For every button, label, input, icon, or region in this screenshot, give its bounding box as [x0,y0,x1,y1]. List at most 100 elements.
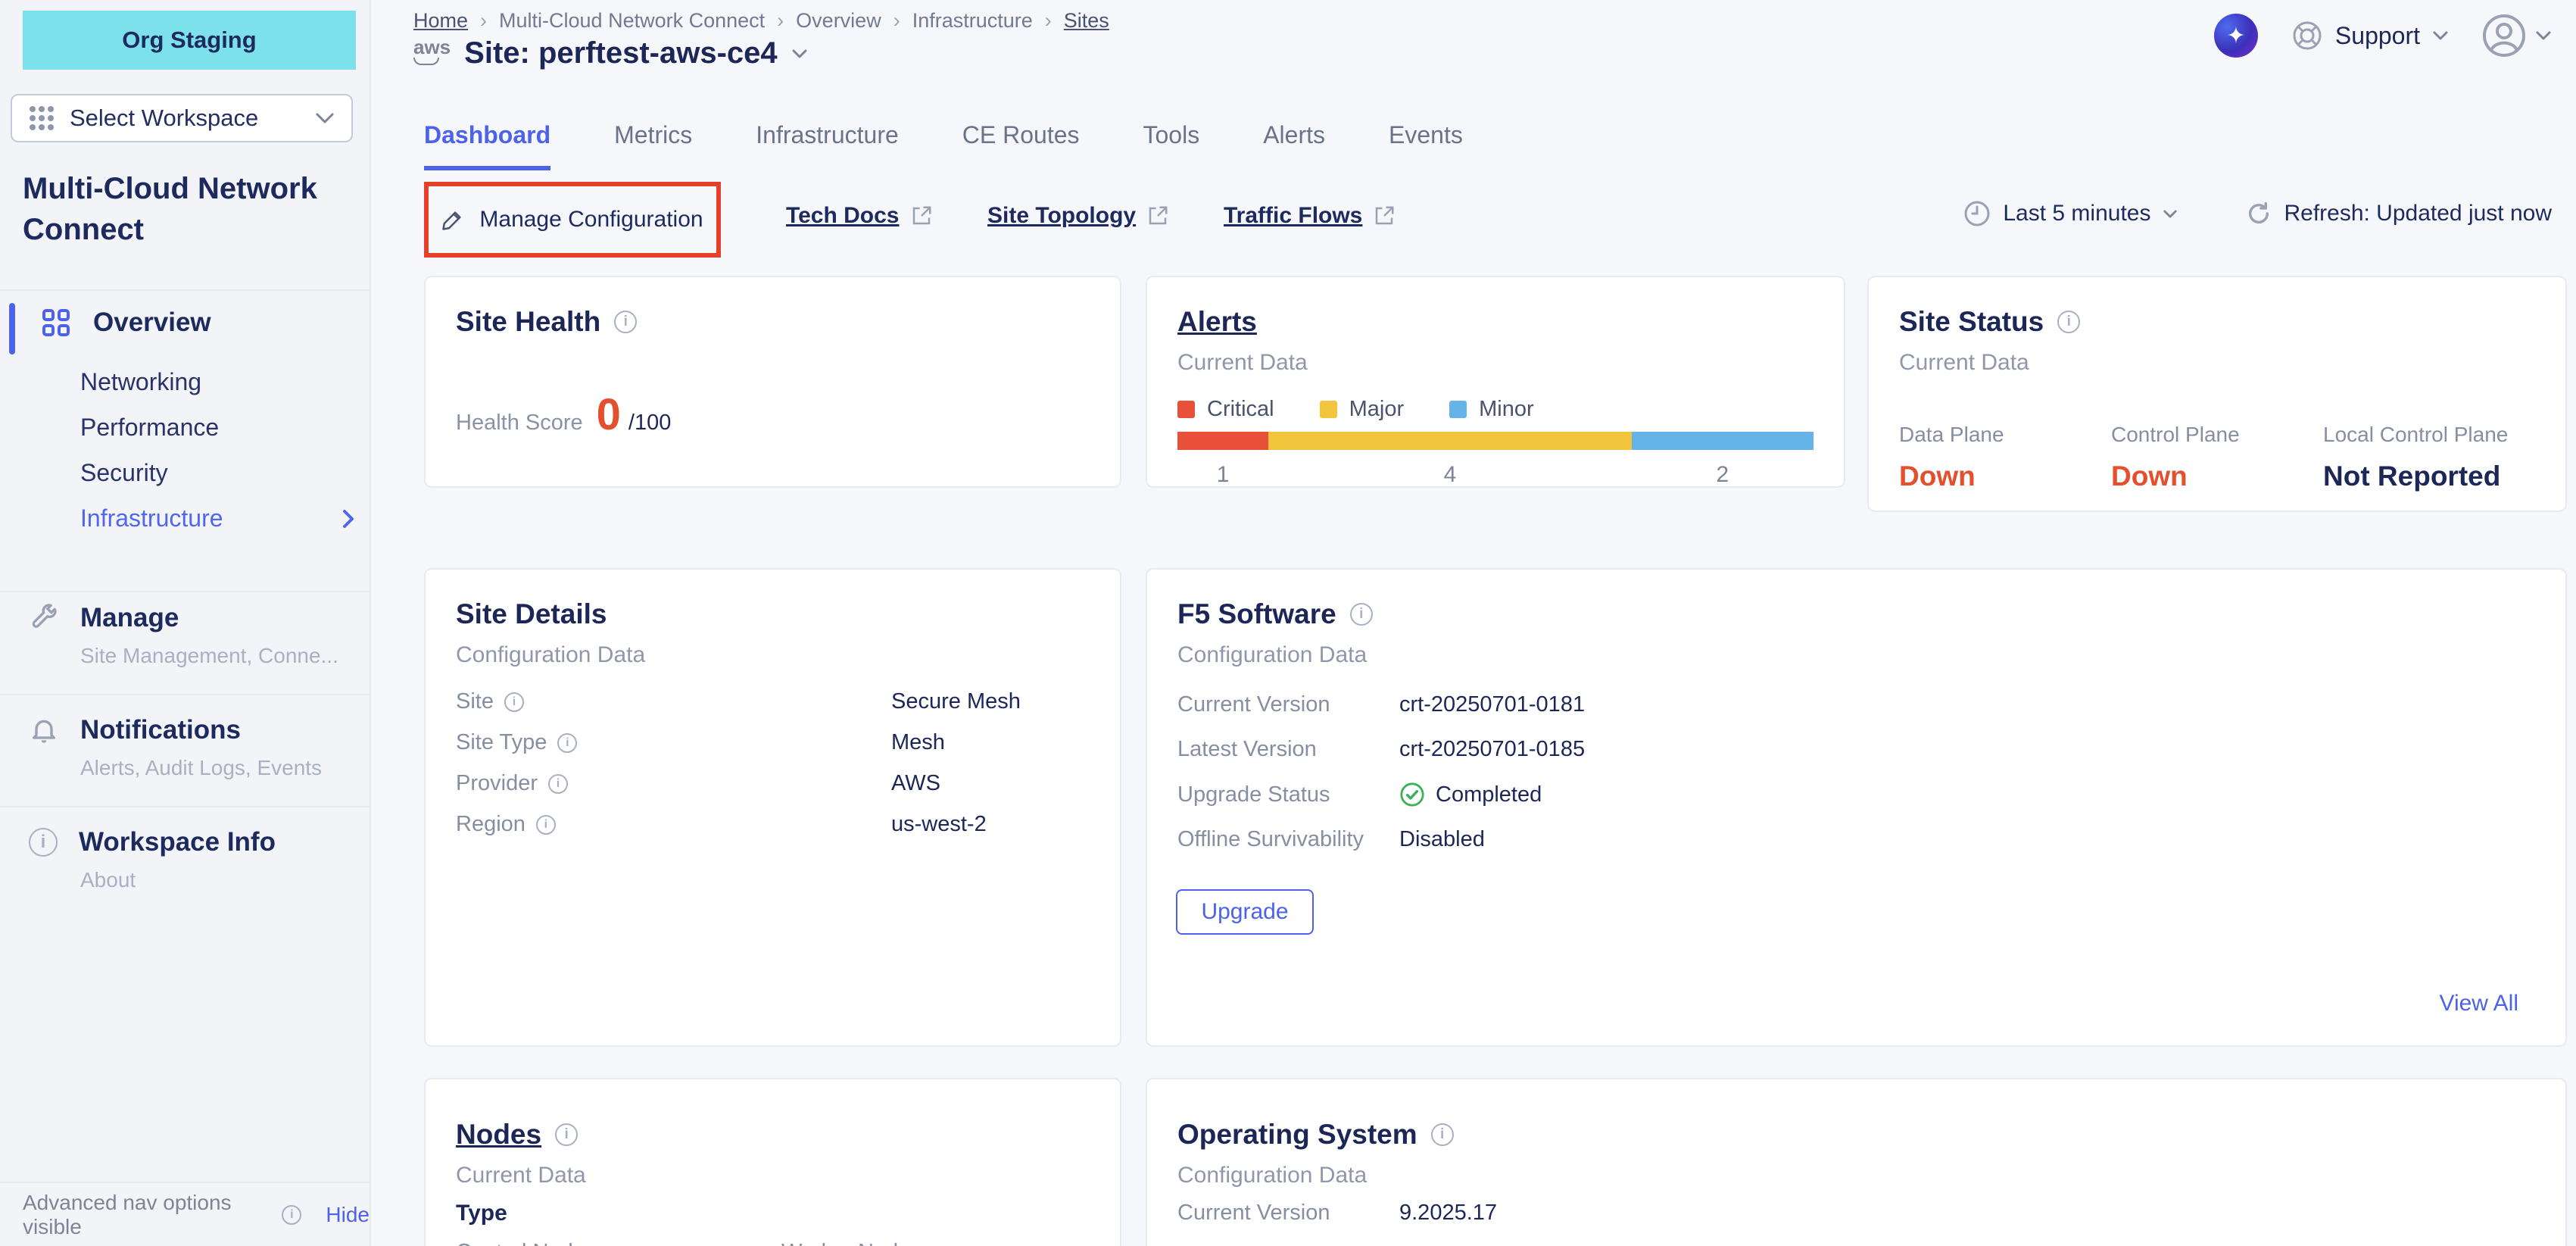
divider [0,806,370,807]
info-icon[interactable]: i [557,733,577,753]
tab-infrastructure[interactable]: Infrastructure [756,121,899,170]
info-icon[interactable]: i [536,815,556,835]
pencil-icon [441,208,464,231]
site-details-card: Site Details Configuration Data Sitei Se… [424,568,1121,1047]
sidebar-item-label: Workspace Info [79,827,276,857]
info-icon[interactable]: i [555,1123,578,1146]
page-title: Site: perftest-aws-ce4 [464,36,777,70]
breadcrumb-separator: › [480,9,487,33]
sidebar-item-security[interactable]: Security [80,459,168,487]
tab-ce-routes[interactable]: CE Routes [962,121,1080,170]
external-link-icon [1146,205,1169,227]
card-title: Operating System [1177,1119,1417,1151]
refresh-label: Refresh: Updated just now [2284,201,2552,226]
breadcrumb-sites[interactable]: Sites [1064,9,1109,33]
card-title: F5 Software [1177,598,1336,630]
nodes-col-worker: Worker Nodes [781,1240,963,1246]
active-section-indicator [9,303,15,354]
card-subtitle: Configuration Data [1177,1163,2535,1188]
chevron-down-icon[interactable] [791,48,808,59]
manage-configuration-label: Manage Configuration [479,207,703,233]
site-title-row: aws Site: perftest-aws-ce4 [413,36,808,70]
info-icon[interactable]: i [614,311,637,333]
chevron-down-icon [2163,209,2178,219]
hide-advanced-nav-link[interactable]: Hide [326,1203,370,1227]
time-range-label: Last 5 minutes [2003,201,2150,226]
bar-segment-minor [1632,432,1813,450]
detail-row-region: Regioni us-west-2 [456,812,1090,837]
status-control-plane: Control Plane Down [2111,423,2323,492]
refresh-control[interactable]: Refresh: Updated just now [2246,201,2552,226]
site-health-card: Site Health i Health Score 0 /100 [424,276,1121,488]
site-status-card: Site Status i Current Data Data Plane Do… [1867,276,2567,512]
alerts-card-title-link[interactable]: Alerts [1177,306,1257,338]
workspace-selector-label: Select Workspace [70,105,300,132]
tech-docs-link[interactable]: Tech Docs [786,203,933,229]
site-topology-link[interactable]: Site Topology [987,203,1169,229]
sidebar-item-overview[interactable]: Overview [42,308,211,338]
product-title: Multi-Cloud Network Connect [23,168,333,250]
tab-tools[interactable]: Tools [1143,121,1200,170]
org-banner[interactable]: Org Staging [23,11,356,70]
sidebar-item-label: Manage [80,603,179,633]
breadcrumb-home[interactable]: Home [413,9,468,33]
info-icon[interactable]: i [1431,1123,1454,1146]
avatar [2482,14,2526,58]
ai-assistant-button[interactable]: ✦ [2214,14,2258,58]
breadcrumb-separator: › [777,9,784,33]
sidebar-item-workspace-info[interactable]: i Workspace Info About [0,827,370,892]
tab-metrics[interactable]: Metrics [614,121,692,170]
status-value: Down [1899,461,2111,492]
os-row-current-version: Current Version 9.2025.17 [1177,1201,2535,1226]
tab-dashboard[interactable]: Dashboard [424,121,550,170]
grid-9-icon [29,105,55,131]
manage-configuration-button[interactable]: Manage Configuration [424,182,721,258]
card-subtitle: Configuration Data [456,642,1090,668]
breadcrumb-separator: › [1045,9,1052,33]
user-menu[interactable] [2482,14,2552,58]
nodes-card-title-link[interactable]: Nodes [456,1119,541,1151]
sidebar-item-manage[interactable]: Manage Site Management, Conne... [0,603,370,668]
card-title: Site Status [1899,306,2044,338]
card-subtitle: Current Data [456,1163,1090,1188]
upgrade-button[interactable]: Upgrade [1176,889,1314,935]
alert-count-major: 4 [1268,462,1632,488]
breadcrumb-item: Infrastructure [912,9,1033,33]
detail-row-site: Sitei Secure Mesh [456,689,1090,714]
info-icon[interactable]: i [504,692,524,712]
traffic-flows-link[interactable]: Traffic Flows [1224,203,1396,229]
card-subtitle: Current Data [1177,350,1813,376]
legend-item-minor: Minor [1449,397,1534,422]
alerts-legend: Critical Major Minor [1177,397,1534,422]
divider [0,694,370,695]
sidebar-item-infrastructure[interactable]: Infrastructure [80,504,223,532]
sidebar-item-sublabel: Site Management, Conne... [0,644,370,668]
external-link-icon [910,205,933,227]
time-range-selector[interactable]: Last 5 minutes [1963,200,2178,227]
status-value: Not Reported [2323,461,2535,492]
alert-count-critical: 1 [1177,462,1268,488]
tab-events[interactable]: Events [1389,121,1463,170]
toolbar: Manage Configuration Tech Docs Site Topo… [424,182,2552,258]
info-icon[interactable]: i [1350,603,1373,626]
info-icon: i [29,828,58,857]
info-icon[interactable]: i [548,774,568,794]
advanced-nav-footer: Advanced nav options visible i Hide [0,1182,370,1246]
view-all-link[interactable]: View All [2439,991,2518,1016]
sidebar-item-label: Overview [93,308,211,338]
legend-item-critical: Critical [1177,397,1274,422]
support-menu[interactable]: Support [2291,20,2449,52]
sidebar-item-notifications[interactable]: Notifications Alerts, Audit Logs, Events [0,715,370,780]
legend-swatch [1449,401,1467,418]
f5-row-current-version: Current Version crt-20250701-0181 [1177,692,2535,717]
clock-icon [1963,200,1991,227]
sidebar-item-performance[interactable]: Performance [80,414,219,442]
refresh-icon [2246,201,2272,226]
info-icon[interactable]: i [2057,311,2080,333]
lifebuoy-icon [2291,20,2323,52]
f5-row-offline-survivability: Offline Survivability Disabled [1177,827,2535,852]
sidebar-item-networking[interactable]: Networking [80,368,201,396]
tab-alerts[interactable]: Alerts [1263,121,1325,170]
aws-provider-icon: aws [413,36,451,65]
workspace-selector[interactable]: Select Workspace [11,94,353,142]
